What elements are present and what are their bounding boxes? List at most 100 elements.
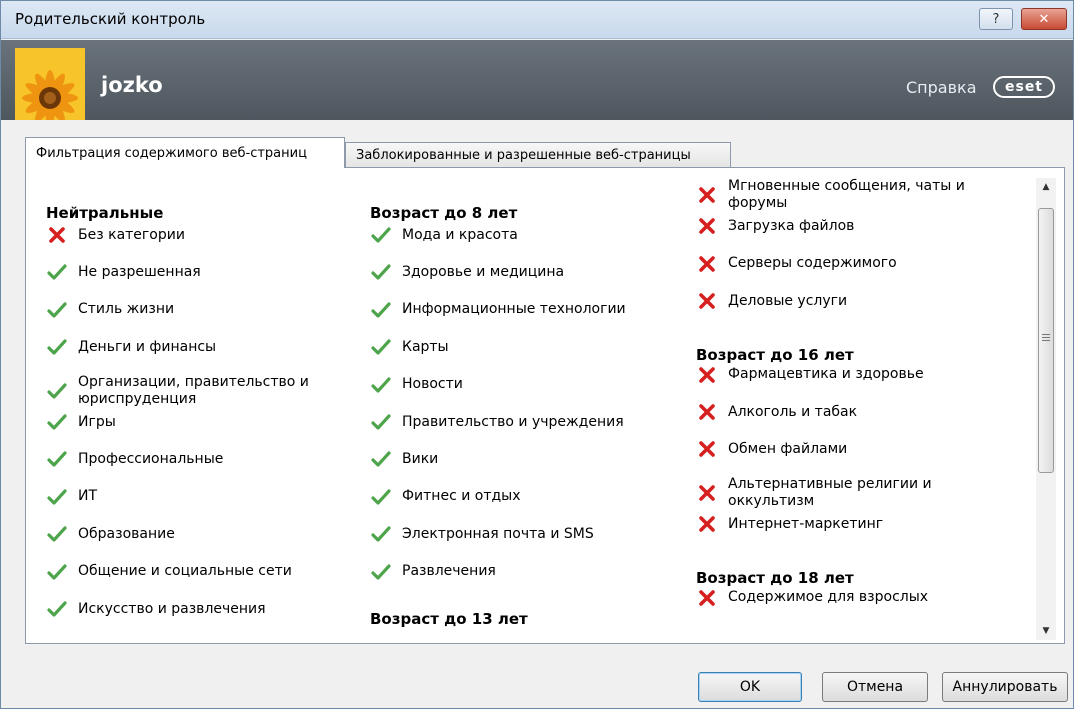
category-label: Карты: [402, 338, 449, 355]
x-icon[interactable]: [696, 184, 718, 206]
x-icon[interactable]: [696, 482, 718, 504]
x-icon[interactable]: [696, 215, 718, 237]
group-heading: Возраст до 16 лет: [696, 345, 854, 364]
scrollbar-thumb[interactable]: [1038, 208, 1054, 473]
category-label: Стиль жизни: [78, 301, 175, 318]
check-icon[interactable]: [370, 336, 392, 358]
x-icon[interactable]: [696, 587, 718, 609]
check-icon[interactable]: [370, 486, 392, 508]
x-icon[interactable]: [696, 438, 718, 460]
category-item[interactable]: Деньги и финансы: [46, 336, 346, 358]
category-item[interactable]: Интернет-маркетинг: [696, 513, 986, 535]
help-link[interactable]: Справка: [906, 78, 977, 97]
category-label: Альтернативные религии и оккультизм: [728, 475, 932, 509]
check-icon[interactable]: [46, 561, 68, 583]
group-heading: Нейтральные: [46, 204, 164, 222]
help-button[interactable]: ?: [979, 8, 1013, 30]
x-icon[interactable]: [696, 253, 718, 275]
ok-button[interactable]: OK: [698, 672, 802, 702]
cancel-button[interactable]: Отмена: [822, 672, 928, 702]
tab-content-filtering[interactable]: Фильтрация содержимого веб-страниц: [25, 137, 345, 168]
category-item[interactable]: Новости: [370, 374, 670, 396]
check-icon[interactable]: [46, 336, 68, 358]
category-item[interactable]: Электронная почта и SMS: [370, 523, 670, 545]
scroll-down-arrow-icon[interactable]: ▼: [1036, 622, 1056, 640]
category-label: Новости: [402, 376, 463, 393]
category-item[interactable]: ИТ: [46, 486, 346, 508]
check-icon[interactable]: [46, 598, 68, 620]
check-icon[interactable]: [370, 299, 392, 321]
category-item[interactable]: Серверы содержимого: [696, 253, 986, 275]
vertical-scrollbar[interactable]: ▲ ▼: [1036, 178, 1056, 640]
check-icon[interactable]: [46, 299, 68, 321]
category-item[interactable]: Мода и красота: [370, 224, 670, 246]
category-item[interactable]: Карты: [370, 336, 670, 358]
category-item[interactable]: Алкоголь и табак: [696, 401, 986, 423]
group-heading: Возраст до 18 лет: [696, 568, 854, 587]
check-icon[interactable]: [370, 261, 392, 283]
check-icon[interactable]: [46, 261, 68, 283]
category-item[interactable]: Деловые услуги: [696, 290, 986, 312]
title-bar[interactable]: Родительский контроль ? ✕: [1, 1, 1073, 39]
check-icon[interactable]: [46, 523, 68, 545]
category-label: Организации, правительство и юриспруденц…: [78, 373, 309, 407]
category-item[interactable]: Профессиональные: [46, 448, 346, 470]
category-item[interactable]: Мгновенные сообщения, чаты и форумы: [696, 178, 986, 212]
x-icon[interactable]: [696, 290, 718, 312]
check-icon[interactable]: [46, 411, 68, 433]
category-item[interactable]: Организации, правительство и юриспруденц…: [46, 374, 346, 408]
eset-logo-text: eset: [1004, 79, 1043, 95]
category-item[interactable]: Без категории: [46, 224, 346, 246]
category-label: Деловые услуги: [728, 292, 848, 309]
category-label: Содержимое для взрослых: [728, 589, 929, 606]
category-label: Игры: [78, 413, 116, 430]
category-label: Вики: [402, 450, 439, 467]
check-icon[interactable]: [46, 380, 68, 402]
category-item[interactable]: Общение и социальные сети: [46, 561, 346, 583]
category-item[interactable]: Информационные технологии: [370, 299, 670, 321]
check-icon[interactable]: [370, 523, 392, 545]
category-item[interactable]: Стиль жизни: [46, 299, 346, 321]
category-item[interactable]: Фитнес и отдых: [370, 486, 670, 508]
check-icon[interactable]: [370, 374, 392, 396]
category-label: Интернет-маркетинг: [728, 515, 884, 532]
category-item[interactable]: Альтернативные религии и оккультизм: [696, 476, 986, 510]
category-item[interactable]: Содержимое для взрослых: [696, 587, 986, 609]
category-item[interactable]: Вики: [370, 448, 670, 470]
check-icon[interactable]: [46, 448, 68, 470]
check-icon[interactable]: [370, 561, 392, 583]
category-label: Загрузка файлов: [728, 217, 855, 234]
x-icon[interactable]: [696, 513, 718, 535]
check-icon[interactable]: [370, 411, 392, 433]
category-item[interactable]: Правительство и учреждения: [370, 411, 670, 433]
reset-button[interactable]: Аннулировать: [942, 672, 1068, 702]
scroll-up-arrow-icon[interactable]: ▲: [1036, 178, 1056, 196]
close-icon: ✕: [1038, 11, 1050, 27]
x-icon[interactable]: [696, 401, 718, 423]
check-icon[interactable]: [370, 224, 392, 246]
category-label: Мода и красота: [402, 226, 518, 243]
category-item[interactable]: Не разрешенная: [46, 261, 346, 283]
category-item[interactable]: Развлечения: [370, 561, 670, 583]
category-label: Профессиональные: [78, 450, 224, 467]
category-label: Обмен файлами: [728, 440, 848, 457]
window-title: Родительский контроль: [15, 10, 206, 28]
flower-icon: [15, 48, 85, 120]
header-band: jozko Справка eset: [1, 40, 1073, 120]
close-button[interactable]: ✕: [1021, 8, 1067, 30]
category-item[interactable]: Образование: [46, 523, 346, 545]
x-icon[interactable]: [696, 364, 718, 386]
category-label: Искусство и развлечения: [78, 600, 266, 617]
category-item[interactable]: Обмен файлами: [696, 438, 986, 460]
x-icon[interactable]: [46, 224, 68, 246]
category-item[interactable]: Фармацевтика и здоровье: [696, 364, 986, 386]
category-item[interactable]: Искусство и развлечения: [46, 598, 346, 620]
user-name: jozko: [101, 73, 163, 97]
category-item[interactable]: Здоровье и медицина: [370, 261, 670, 283]
check-icon[interactable]: [370, 448, 392, 470]
category-label: Информационные технологии: [402, 301, 626, 318]
category-item[interactable]: Игры: [46, 411, 346, 433]
check-icon[interactable]: [46, 486, 68, 508]
tab-blocked-allowed-pages[interactable]: Заблокированные и разрешенные веб-страни…: [345, 142, 731, 168]
category-item[interactable]: Загрузка файлов: [696, 215, 986, 237]
